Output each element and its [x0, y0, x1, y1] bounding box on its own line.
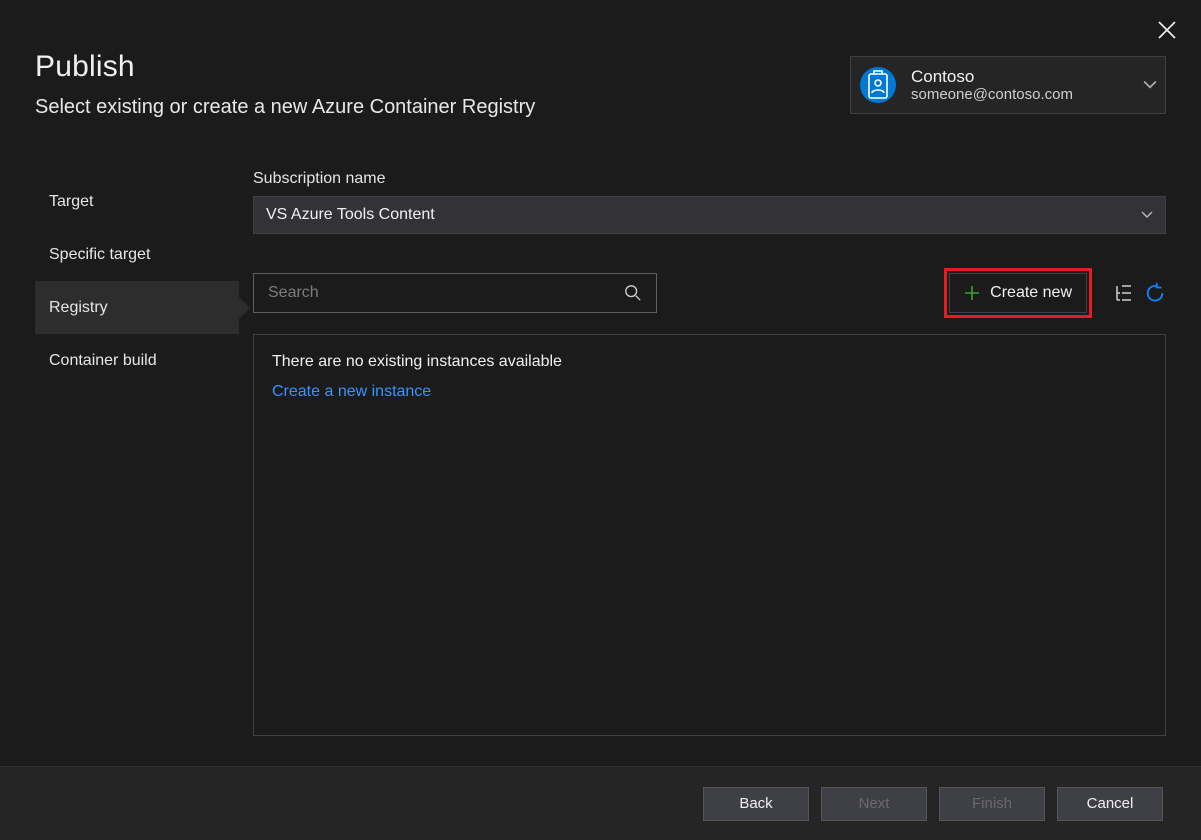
wizard-steps: Target Specific target Registry Containe…: [35, 175, 239, 387]
registry-toolbar: Create new: [253, 268, 1166, 318]
refresh-icon[interactable]: [1144, 282, 1166, 304]
step-label: Container build: [49, 352, 157, 370]
create-new-button[interactable]: Create new: [949, 273, 1087, 313]
search-icon: [624, 284, 642, 302]
next-button: Next: [821, 787, 927, 821]
tree-view-icon[interactable]: [1114, 283, 1134, 303]
back-button[interactable]: Back: [703, 787, 809, 821]
close-button[interactable]: [1155, 18, 1179, 42]
step-container-build[interactable]: Container build: [35, 334, 239, 387]
dialog-title: Publish: [35, 50, 535, 84]
plus-icon: [964, 285, 980, 301]
dialog-footer: Back Next Finish Cancel: [0, 766, 1201, 840]
close-icon: [1155, 18, 1179, 42]
step-label: Registry: [49, 299, 108, 317]
account-badge-icon: [859, 66, 897, 104]
highlight-box: Create new: [944, 268, 1092, 318]
account-text: Contoso someone@contoso.com: [911, 67, 1143, 104]
search-input[interactable]: [268, 284, 624, 302]
content-panel: Subscription name VS Azure Tools Content…: [253, 170, 1166, 736]
step-registry[interactable]: Registry: [35, 281, 239, 334]
dialog-subtitle: Select existing or create a new Azure Co…: [35, 96, 535, 119]
subscription-value: VS Azure Tools Content: [266, 206, 435, 224]
account-email: someone@contoso.com: [911, 86, 1143, 103]
empty-message: There are no existing instances availabl…: [272, 353, 1147, 371]
chevron-down-icon: [1143, 78, 1157, 92]
step-label: Specific target: [49, 246, 150, 264]
step-label: Target: [49, 193, 93, 211]
cancel-button[interactable]: Cancel: [1057, 787, 1163, 821]
account-picker[interactable]: Contoso someone@contoso.com: [850, 56, 1166, 114]
create-new-label: Create new: [990, 284, 1072, 302]
search-box[interactable]: [253, 273, 657, 313]
create-instance-link[interactable]: Create a new instance: [272, 383, 431, 401]
subscription-dropdown[interactable]: VS Azure Tools Content: [253, 196, 1166, 234]
subscription-label: Subscription name: [253, 170, 1166, 188]
dialog-header: Publish Select existing or create a new …: [35, 50, 535, 119]
chevron-down-icon: [1141, 209, 1153, 221]
registry-list: There are no existing instances availabl…: [253, 334, 1166, 736]
finish-button: Finish: [939, 787, 1045, 821]
step-target[interactable]: Target: [35, 175, 239, 228]
step-specific-target[interactable]: Specific target: [35, 228, 239, 281]
account-name: Contoso: [911, 67, 1143, 87]
publish-dialog: Publish Select existing or create a new …: [0, 0, 1201, 840]
